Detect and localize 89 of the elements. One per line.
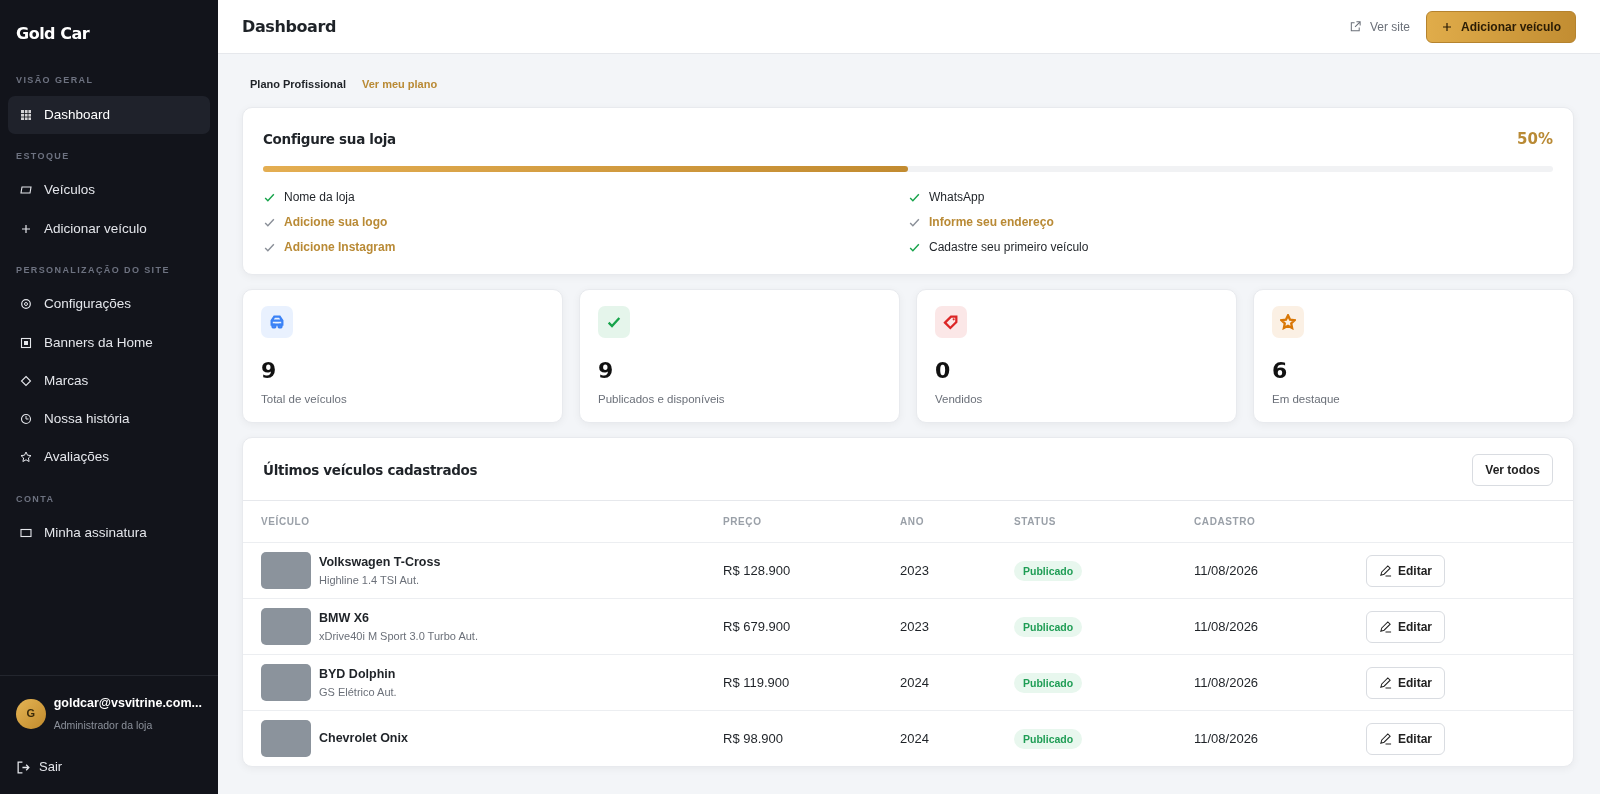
plan-name: Plano Profissional <box>250 77 346 92</box>
status-badge: Publicado <box>1014 673 1083 693</box>
price-cell: R$ 679.900 <box>723 619 791 634</box>
clock-icon <box>20 413 32 426</box>
sidebar-item[interactable]: Adicionar veículo <box>8 209 210 248</box>
plus-icon <box>20 222 32 235</box>
year-cell: 2023 <box>900 619 929 634</box>
pencil-icon <box>1379 564 1392 578</box>
edit-button[interactable]: Editar <box>1366 666 1445 699</box>
date-cell: 11/08/2026 <box>1194 731 1259 746</box>
status-badge: Publicado <box>1014 561 1083 581</box>
pencil-icon <box>1379 732 1392 746</box>
stat-value: 6 <box>1272 357 1289 385</box>
stat-value: 9 <box>261 357 278 385</box>
task-label: WhatsApp <box>929 189 985 206</box>
plus-icon <box>1440 20 1453 33</box>
photo-placeholder <box>261 720 311 758</box>
settings-icon <box>20 298 32 311</box>
edit-button[interactable]: Editar <box>1366 722 1445 755</box>
sidebar-item[interactable]: Avaliações <box>8 438 210 477</box>
stat-label: Total de veículos <box>261 392 348 407</box>
pencil-icon <box>1379 676 1392 690</box>
diamond-icon <box>20 374 32 387</box>
external-link-icon <box>1348 20 1362 33</box>
photo-placeholder <box>261 552 311 590</box>
vehicle-version: Highline 1.4 TSI Aut. <box>319 572 421 588</box>
section-heading: PERSONALIZAÇÃO DO SITE <box>15 263 171 277</box>
column-header: CADASTRO <box>1194 515 1257 530</box>
view-site-link[interactable]: Ver site <box>1348 17 1410 36</box>
user-email: goldcar@vsvitrine.com... <box>53 694 202 712</box>
task-label: Nome da loja <box>284 189 355 206</box>
sidebar-item[interactable]: Configurações <box>8 285 210 324</box>
price-cell: R$ 98.900 <box>723 731 783 746</box>
column-header: VEÍCULO <box>261 514 311 530</box>
card-title: Últimos veículos cadastrados <box>263 462 478 479</box>
date-cell: 11/08/2026 <box>1194 619 1259 634</box>
vehicle-name: Volkswagen T-Cross <box>319 554 441 572</box>
sidebar-item[interactable]: Dashboard <box>8 95 210 134</box>
column-header: STATUS <box>1014 515 1058 530</box>
status-badge: Publicado <box>1014 729 1083 749</box>
logout-link[interactable]: Sair <box>16 757 63 777</box>
progress-percent: 50% <box>1517 128 1553 150</box>
section-heading: VISÃO GERAL <box>15 74 95 87</box>
logout-icon <box>16 759 31 775</box>
sidebar-item[interactable]: Banners da Home <box>8 323 210 362</box>
avatar: G <box>16 698 46 729</box>
price-cell: R$ 119.900 <box>723 675 790 690</box>
status-badge: Publicado <box>1014 617 1083 637</box>
date-cell: 11/08/2026 <box>1194 675 1259 690</box>
stat-value: 0 <box>935 357 952 385</box>
stat-label: Em destaque <box>1272 392 1341 407</box>
view-all-button[interactable]: Ver todos <box>1472 454 1553 487</box>
task-label: Cadastre seu primeiro veículo <box>929 239 1089 256</box>
star-icon <box>20 451 32 464</box>
vehicle-version: xDrive40i M Sport 3.0 Turbo Aut. <box>319 628 478 644</box>
grid-icon <box>20 108 32 121</box>
sidebar-item[interactable]: Veículos <box>8 171 210 210</box>
photo-placeholder <box>261 608 311 646</box>
vehicle-name: Chevrolet Onix <box>319 730 408 748</box>
parallelogram-icon <box>20 184 32 197</box>
add-vehicle-button[interactable]: Adicionar veículo <box>1425 10 1576 43</box>
vehicle-name: BYD Dolphin <box>319 666 397 684</box>
section-heading: ESTOQUE <box>15 149 71 163</box>
sidebar-item[interactable]: Nossa história <box>8 400 210 439</box>
vehicle-version: GS Elétrico Aut. <box>319 684 397 700</box>
date-cell: 11/08/2026 <box>1194 563 1259 578</box>
edit-button[interactable]: Editar <box>1366 610 1445 643</box>
page-title: Dashboard <box>242 16 336 37</box>
edit-button[interactable]: Editar <box>1366 554 1445 587</box>
pencil-icon <box>1379 620 1392 634</box>
sidebar-item[interactable]: Minha assinatura <box>8 514 210 553</box>
column-header: ANO <box>900 515 926 530</box>
stat-label: Vendidos <box>935 392 984 407</box>
stat-value: 9 <box>598 357 615 385</box>
square-icon <box>20 336 32 349</box>
column-header: PREÇO <box>723 515 763 530</box>
card-title: Configure sua loja <box>263 130 396 147</box>
stat-label: Publicados e disponíveis <box>598 392 726 407</box>
sidebar-item[interactable]: Marcas <box>8 361 210 400</box>
section-heading: CONTA <box>15 492 56 506</box>
year-cell: 2024 <box>900 675 929 690</box>
photo-placeholder <box>261 664 311 702</box>
vehicle-name: BMW X6 <box>319 610 370 628</box>
user-role: Administrador da loja <box>53 717 154 733</box>
year-cell: 2023 <box>900 563 929 578</box>
price-cell: R$ 128.900 <box>723 563 791 578</box>
year-cell: 2024 <box>900 731 929 746</box>
brand-logo: Gold Car <box>15 23 91 45</box>
rectangle-icon <box>20 527 32 540</box>
